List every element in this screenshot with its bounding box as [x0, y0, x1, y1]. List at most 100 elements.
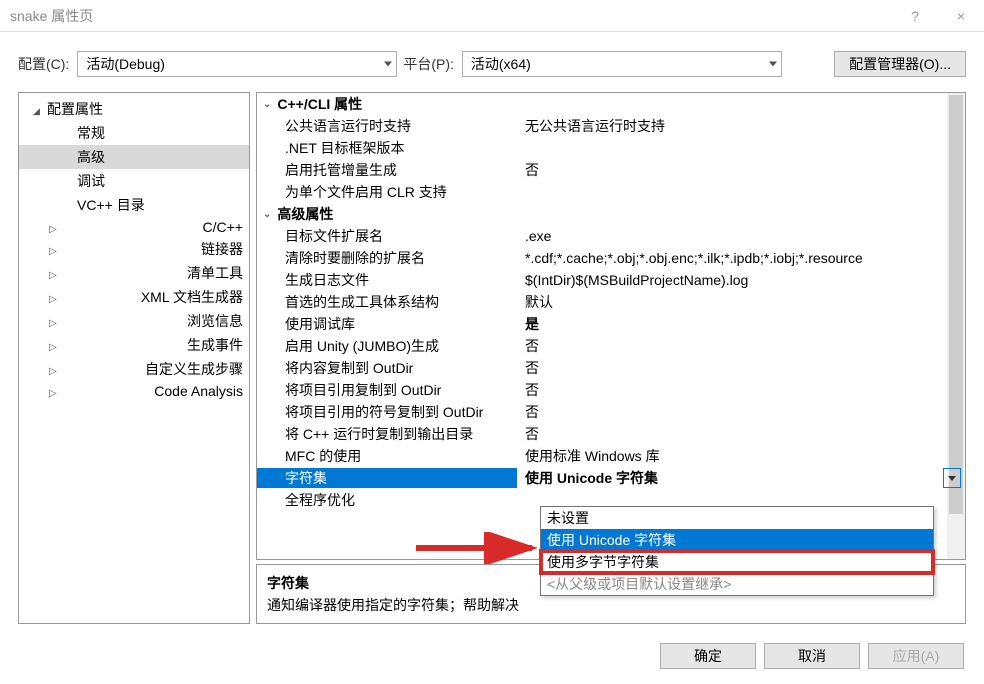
- property-value[interactable]: 否: [517, 380, 965, 400]
- dropdown-option[interactable]: 使用 Unicode 字符集: [541, 529, 933, 551]
- property-value[interactable]: 无公共语言运行时支持: [517, 116, 965, 136]
- property-row[interactable]: 为单个文件启用 CLR 支持: [257, 181, 965, 203]
- group-header[interactable]: ⌄ C++/CLI 属性: [257, 93, 965, 115]
- help-button[interactable]: ?: [892, 0, 938, 32]
- property-row[interactable]: MFC 的使用使用标准 Windows 库: [257, 445, 965, 467]
- dropdown-button[interactable]: [943, 468, 961, 488]
- property-row[interactable]: 公共语言运行时支持无公共语言运行时支持: [257, 115, 965, 137]
- property-row[interactable]: .NET 目标框架版本: [257, 137, 965, 159]
- property-row[interactable]: 使用调试库是: [257, 313, 965, 335]
- apply-button[interactable]: 应用(A): [868, 643, 964, 669]
- property-value[interactable]: .exe: [517, 228, 965, 244]
- property-value[interactable]: 否: [517, 424, 965, 444]
- tree-item-label: 自定义生成步骤: [145, 359, 243, 379]
- tree-item[interactable]: XML 文档生成器: [19, 285, 249, 309]
- tree-item[interactable]: Code Analysis: [19, 381, 249, 401]
- tree-item-label: 配置属性: [47, 99, 103, 119]
- tree-item[interactable]: VC++ 目录: [19, 193, 249, 217]
- tree-item-label: 链接器: [201, 239, 243, 259]
- chevron-down-icon: [769, 62, 777, 67]
- property-row[interactable]: 目标文件扩展名.exe: [257, 225, 965, 247]
- property-value[interactable]: $(IntDir)$(MSBuildProjectName).log: [517, 272, 965, 288]
- tree-item-label: 调试: [77, 171, 105, 191]
- config-tree[interactable]: 配置属性常规高级调试 VC++ 目录C/C++链接器清单工具XML 文档生成器浏览…: [18, 92, 250, 624]
- platform-value: 活动(x64): [471, 54, 531, 74]
- tree-item-label: 浏览信息: [187, 311, 243, 331]
- tree-item[interactable]: 调试: [19, 169, 249, 193]
- property-value[interactable]: *.cdf;*.cache;*.obj;*.obj.enc;*.ilk;*.ip…: [517, 250, 965, 266]
- tree-item[interactable]: 自定义生成步骤: [19, 357, 249, 381]
- triangle-right-icon: [49, 219, 199, 235]
- property-value[interactable]: 使用标准 Windows 库: [517, 446, 965, 466]
- property-value[interactable]: 使用 Unicode 字符集: [517, 468, 965, 488]
- dropdown-option[interactable]: 使用多字节字符集: [541, 551, 933, 573]
- group-title: 高级属性: [277, 204, 333, 224]
- property-label: 全程序优化: [257, 490, 517, 510]
- property-row[interactable]: 启用 Unity (JUMBO)生成否: [257, 335, 965, 357]
- dropdown-option[interactable]: 未设置: [541, 507, 933, 529]
- group-title: C++/CLI 属性: [277, 94, 362, 114]
- property-row[interactable]: 启用托管增量生成否: [257, 159, 965, 181]
- property-label: 使用调试库: [257, 314, 517, 334]
- triangle-right-icon: [49, 313, 183, 329]
- dialog-footer: 确定 取消 应用(A): [0, 628, 984, 684]
- close-button[interactable]: ×: [938, 0, 984, 32]
- triangle-right-icon: [49, 383, 150, 399]
- tree-item-label: 高级: [77, 147, 105, 167]
- property-value[interactable]: 否: [517, 402, 965, 422]
- property-label: MFC 的使用: [257, 446, 517, 466]
- property-row[interactable]: 将项目引用复制到 OutDir否: [257, 379, 965, 401]
- tree-item-label: VC++ 目录: [77, 195, 145, 215]
- tree-item[interactable]: 生成事件: [19, 333, 249, 357]
- tree-item[interactable]: 常规: [19, 121, 249, 145]
- property-row[interactable]: 首选的生成工具体系结构默认: [257, 291, 965, 313]
- dropdown-option[interactable]: <从父级或项目默认设置继承>: [541, 573, 933, 595]
- config-label: 配置(C):: [18, 54, 69, 74]
- platform-label: 平台(P):: [403, 54, 454, 74]
- cancel-button[interactable]: 取消: [764, 643, 860, 669]
- titlebar: snake 属性页 ? ×: [0, 0, 984, 32]
- tree-item[interactable]: 配置属性: [19, 97, 249, 121]
- tree-item[interactable]: 高级: [19, 145, 249, 169]
- tree-item[interactable]: 清单工具: [19, 261, 249, 285]
- chevron-down-icon: [384, 62, 392, 67]
- tree-item[interactable]: C/C++: [19, 217, 249, 237]
- property-row[interactable]: 生成日志文件$(IntDir)$(MSBuildProjectName).log: [257, 269, 965, 291]
- ok-button[interactable]: 确定: [660, 643, 756, 669]
- tree-item-label: 生成事件: [187, 335, 243, 355]
- triangle-right-icon: [49, 337, 183, 353]
- chevron-down-icon: ⌄: [263, 99, 271, 110]
- triangle-right-icon: [49, 265, 183, 281]
- property-value[interactable]: 否: [517, 358, 965, 378]
- property-label: 将项目引用复制到 OutDir: [257, 380, 517, 400]
- property-row[interactable]: 字符集使用 Unicode 字符集: [257, 467, 965, 489]
- platform-combo[interactable]: 活动(x64): [462, 51, 782, 77]
- property-label: 生成日志文件: [257, 270, 517, 290]
- tree-item[interactable]: 浏览信息: [19, 309, 249, 333]
- tree-item[interactable]: 链接器: [19, 237, 249, 261]
- property-row[interactable]: 将 C++ 运行时复制到输出目录否: [257, 423, 965, 445]
- property-row[interactable]: 将内容复制到 OutDir否: [257, 357, 965, 379]
- property-label: 将 C++ 运行时复制到输出目录: [257, 424, 517, 444]
- triangle-right-icon: [49, 289, 137, 305]
- property-row[interactable]: 将项目引用的符号复制到 OutDir否: [257, 401, 965, 423]
- toolbar: 配置(C): 活动(Debug) 平台(P): 活动(x64) 配置管理器(O)…: [0, 42, 984, 86]
- tree-item-label: Code Analysis: [154, 383, 243, 399]
- property-label: 公共语言运行时支持: [257, 116, 517, 136]
- property-label: 为单个文件启用 CLR 支持: [257, 182, 517, 202]
- property-label: 首选的生成工具体系结构: [257, 292, 517, 312]
- property-value[interactable]: 是: [517, 314, 965, 334]
- property-label: 启用 Unity (JUMBO)生成: [257, 336, 517, 356]
- description-text: 通知编译器使用指定的字符集；帮助解决: [267, 595, 955, 615]
- config-combo[interactable]: 活动(Debug): [77, 51, 397, 77]
- property-grid[interactable]: ⌄ C++/CLI 属性公共语言运行时支持无公共语言运行时支持.NET 目标框架版…: [256, 92, 966, 560]
- property-value[interactable]: 默认: [517, 292, 965, 312]
- group-header[interactable]: ⌄高级属性: [257, 203, 965, 225]
- property-row[interactable]: 清除时要删除的扩展名*.cdf;*.cache;*.obj;*.obj.enc;…: [257, 247, 965, 269]
- config-manager-button[interactable]: 配置管理器(O)...: [834, 51, 966, 77]
- charset-dropdown[interactable]: 未设置使用 Unicode 字符集使用多字节字符集<从父级或项目默认设置继承>: [540, 506, 934, 596]
- property-value[interactable]: 否: [517, 336, 965, 356]
- property-label: 将项目引用的符号复制到 OutDir: [257, 402, 517, 422]
- property-value[interactable]: 否: [517, 160, 965, 180]
- property-label: 字符集: [257, 468, 517, 488]
